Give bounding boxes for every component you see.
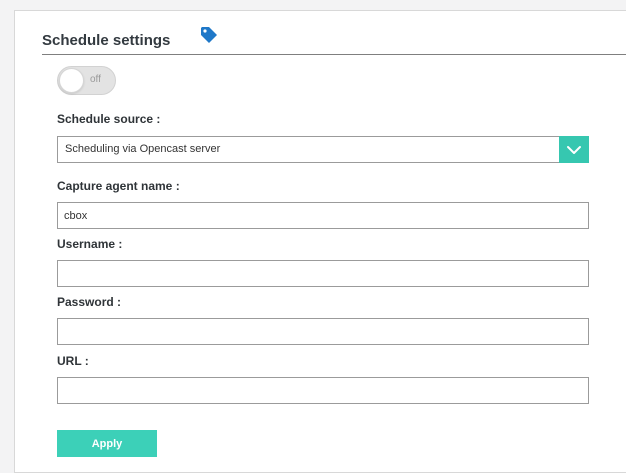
schedule-source-value: Scheduling via Opencast server bbox=[65, 143, 221, 155]
capture-agent-input[interactable] bbox=[57, 202, 589, 229]
section-header: Schedule settings bbox=[42, 26, 626, 55]
toggle-state-label: off bbox=[90, 74, 101, 85]
url-label: URL : bbox=[57, 354, 89, 368]
toggle-knob bbox=[59, 68, 84, 93]
url-input[interactable] bbox=[57, 377, 589, 404]
username-input[interactable] bbox=[57, 260, 589, 287]
chevron-down-icon[interactable] bbox=[559, 136, 589, 163]
apply-button[interactable]: Apply bbox=[57, 430, 157, 457]
schedule-source-select[interactable]: Scheduling via Opencast server bbox=[57, 136, 589, 163]
tag-icon[interactable] bbox=[200, 26, 218, 44]
password-input[interactable] bbox=[57, 318, 589, 345]
schedule-toggle[interactable]: off bbox=[57, 66, 116, 95]
page-title: Schedule settings bbox=[42, 32, 171, 49]
username-label: Username : bbox=[57, 237, 123, 251]
password-label: Password : bbox=[57, 295, 122, 309]
schedule-source-label: Schedule source : bbox=[57, 112, 161, 126]
capture-agent-label: Capture agent name : bbox=[57, 179, 180, 193]
settings-screen: Schedule settings off Schedule source : … bbox=[0, 0, 626, 473]
